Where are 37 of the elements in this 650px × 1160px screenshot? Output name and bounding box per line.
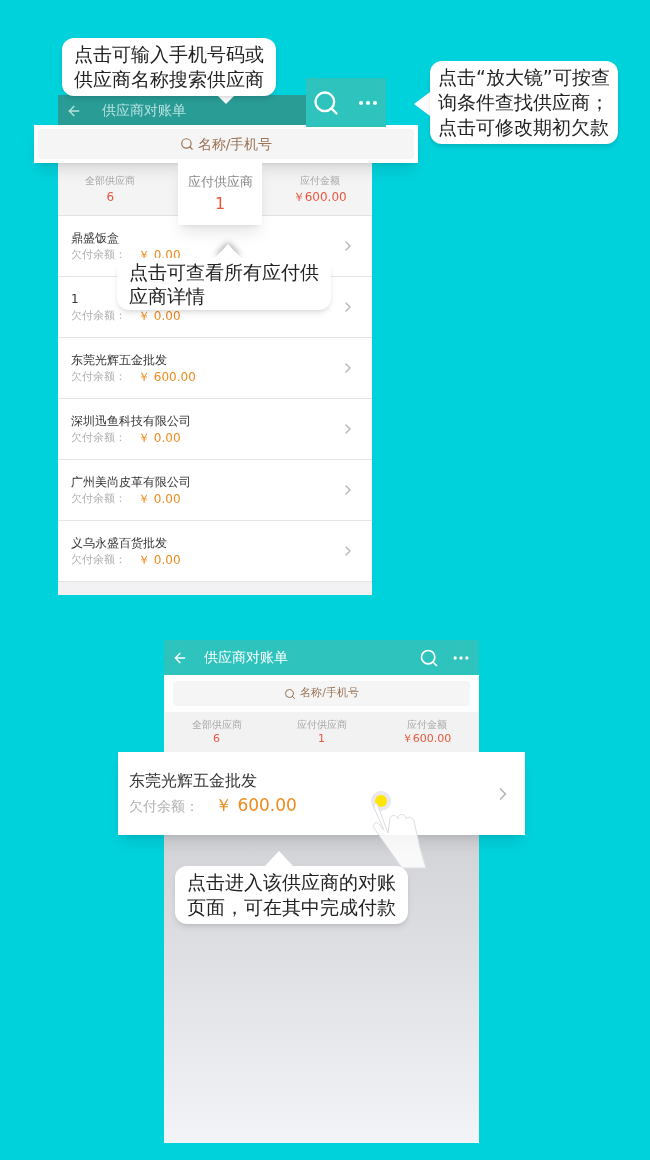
balance-amount: ￥ 0.00 [138,491,181,507]
balance-label: 欠付余额： [71,430,126,446]
hint-tooltip: 点击“放大镜”可按查 询条件查找供应商； 点击可修改期初欠款 [430,61,618,144]
stat-label: 应付金额 [299,174,340,188]
supplier-name: 1 [71,291,79,308]
supplier-name: 义乌永盛百货批发 [71,535,167,552]
supplier-name: 东莞光辉五金批发 [129,769,258,792]
stat-value: 1 [318,732,325,746]
stat-value: ￥600.00 [292,189,347,206]
supplier-name: 东莞光辉五金批发 [71,352,167,369]
balance-label: 欠付余额： [71,491,126,507]
balance-amount: ￥ 0.00 [138,308,181,324]
hint-tooltip: 点击可查看所有应付供 应商详情 [117,258,331,310]
stat-value: ￥600.00 [401,732,452,746]
balance-label: 欠付余额： [71,308,126,324]
supplier-name: 广州美尚皮革有限公司 [71,474,191,491]
balance-amount: ￥ 0.00 [138,552,181,568]
balance-label: 欠付余额： [129,796,199,816]
stat-label: 应付供应商 [296,718,347,732]
stat-label: 全部供应商 [85,174,136,188]
stat-label: 全部供应商 [191,718,242,732]
stat-label: 应付金额 [406,718,447,732]
hint-tooltip: 点击可输入手机号码或 供应商名称搜索供应商 [62,38,276,96]
header-title: 供应商对账单 [204,648,289,667]
balance-amount: ￥ 600.00 [215,793,297,817]
balance-label: 欠付余额： [71,369,126,385]
stat-value: 6 [213,732,220,746]
balance-label: 欠付余额： [71,552,126,568]
stat-value: 1 [214,192,226,215]
balance-amount: ￥ 600.00 [138,369,196,385]
hint-tooltip: 点击进入该供应商的对账 页面，可在其中完成付款 [175,866,408,924]
header-title: 供应商对账单 [102,101,186,120]
stat-value: 6 [106,189,115,206]
balance-amount: ￥ 0.00 [138,430,181,446]
stat-label: 应付供应商 [187,173,253,192]
supplier-name: 鼎盛饭盒 [71,230,119,247]
supplier-name: 深圳迅鱼科技有限公司 [71,413,191,430]
